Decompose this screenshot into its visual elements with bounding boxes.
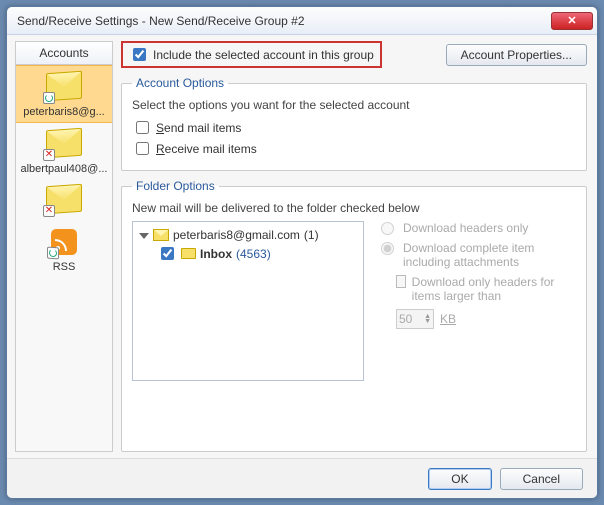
tree-root-count: (1)	[304, 228, 319, 242]
threshold-unit: KB	[440, 312, 456, 326]
receive-mail-checkbox[interactable]	[136, 142, 149, 155]
download-headers-radio	[381, 222, 394, 235]
folder-options-group: Folder Options New mail will be delivere…	[121, 179, 587, 452]
account-options-legend: Account Options	[132, 76, 228, 90]
sidebar-account-1[interactable]: ✕ albertpaul408@...	[16, 123, 112, 179]
main-panel: Include the selected account in this gro…	[117, 35, 597, 458]
sidebar-rss[interactable]: RSS	[16, 223, 112, 277]
include-account-label: Include the selected account in this gro…	[153, 48, 374, 62]
expand-icon[interactable]	[139, 233, 149, 239]
sidebar-header: Accounts	[16, 42, 112, 65]
accounts-sidebar: Accounts peterbaris8@g... ✕ albertpaul40…	[15, 41, 113, 452]
send-mail-checkbox[interactable]	[136, 121, 149, 134]
include-account-checkbox[interactable]	[133, 48, 146, 61]
ok-button[interactable]: OK	[428, 468, 491, 490]
envelope-icon: ✕	[46, 128, 82, 159]
account-properties-button[interactable]: Account Properties...	[446, 44, 587, 66]
account-label	[62, 215, 66, 219]
folder-options-legend: Folder Options	[132, 179, 219, 193]
tree-root-row[interactable]: peterbaris8@gmail.com (1)	[139, 228, 357, 242]
error-badge-icon: ✕	[43, 149, 55, 161]
receive-mail-row[interactable]: Receive mail items	[132, 139, 576, 158]
account-options-prompt: Select the options you want for the sele…	[132, 98, 576, 112]
envelope-icon: ✕	[46, 184, 82, 215]
threshold-spinbox: 50 ▲▼ KB	[396, 309, 576, 329]
sync-badge-icon	[47, 247, 59, 260]
threshold-value-box: 50 ▲▼	[396, 309, 434, 329]
download-headers-row: Download headers only	[376, 221, 576, 235]
error-badge-icon: ✕	[43, 205, 55, 217]
send-mail-label: Send mail items	[156, 121, 241, 135]
download-threshold-checkbox	[396, 275, 406, 288]
receive-mail-label: Receive mail items	[156, 142, 257, 156]
download-headers-label: Download headers only	[403, 221, 528, 235]
account-label: peterbaris8@g...	[21, 102, 107, 118]
account-label: albertpaul408@...	[18, 159, 109, 175]
folder-tree[interactable]: peterbaris8@gmail.com (1) Inbox (4563)	[132, 221, 364, 381]
folder-icon	[181, 248, 196, 259]
sync-badge-icon	[43, 92, 55, 104]
download-full-radio	[381, 242, 394, 255]
rss-label: RSS	[51, 257, 78, 273]
titlebar: Send/Receive Settings - New Send/Receive…	[7, 7, 597, 35]
inbox-label: Inbox	[200, 247, 232, 261]
download-threshold-row: Download only headers for items larger t…	[396, 275, 576, 303]
inbox-checkbox[interactable]	[161, 247, 174, 260]
include-account-checkbox-row[interactable]: Include the selected account in this gro…	[121, 41, 382, 68]
tree-root-label: peterbaris8@gmail.com	[173, 228, 300, 242]
rss-icon-wrap	[51, 229, 77, 255]
mailbox-icon	[153, 229, 169, 241]
spinner-arrows-icon: ▲▼	[424, 314, 431, 324]
send-mail-row[interactable]: Send mail items	[132, 118, 576, 137]
account-options-group: Account Options Select the options you w…	[121, 76, 587, 171]
envelope-icon	[46, 71, 82, 102]
download-full-row: Download complete item including attachm…	[376, 241, 576, 269]
cancel-button[interactable]: Cancel	[500, 468, 583, 490]
top-row: Include the selected account in this gro…	[121, 41, 587, 68]
download-full-label: Download complete item including attachm…	[403, 241, 576, 269]
window-title: Send/Receive Settings - New Send/Receive…	[17, 14, 551, 28]
folder-options-body: peterbaris8@gmail.com (1) Inbox (4563)	[132, 221, 576, 381]
dialog-footer: OK Cancel	[7, 458, 597, 498]
sidebar-account-0[interactable]: peterbaris8@g...	[16, 65, 112, 123]
download-threshold-label: Download only headers for items larger t…	[412, 275, 576, 303]
inbox-count: (4563)	[236, 247, 271, 261]
sidebar-account-2[interactable]: ✕	[16, 179, 112, 223]
download-options: Download headers only Download complete …	[376, 221, 576, 381]
close-button[interactable]: ✕	[551, 12, 593, 30]
threshold-value: 50	[399, 312, 412, 326]
dialog-body: Accounts peterbaris8@g... ✕ albertpaul40…	[7, 35, 597, 458]
dialog-window: Send/Receive Settings - New Send/Receive…	[6, 6, 598, 499]
folder-options-prompt: New mail will be delivered to the folder…	[132, 201, 576, 215]
tree-inbox-row[interactable]: Inbox (4563)	[157, 244, 357, 263]
